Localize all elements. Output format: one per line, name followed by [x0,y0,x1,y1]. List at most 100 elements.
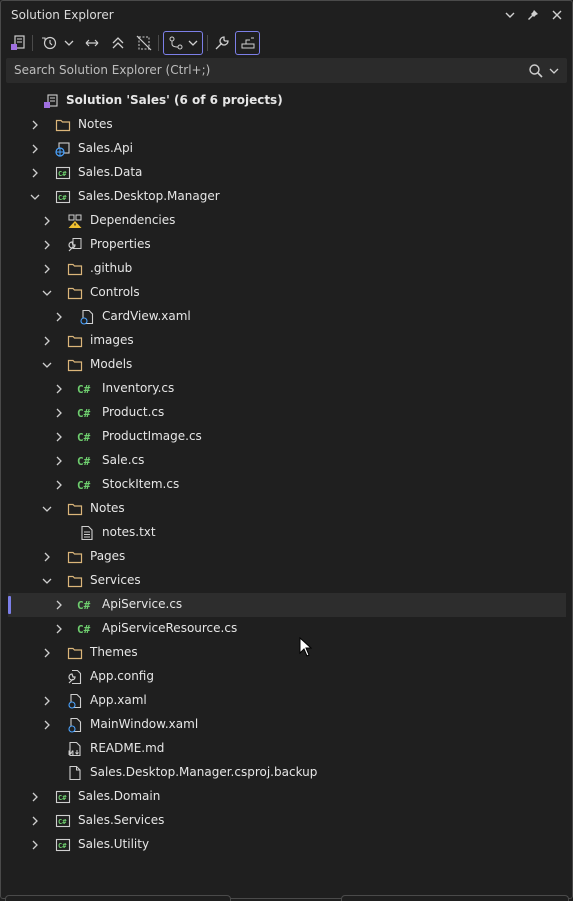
chevron-right-icon[interactable] [29,791,41,803]
tree-item-label: Pages [90,549,126,563]
preview-selected-items-icon[interactable] [235,31,260,55]
chevron-right-icon[interactable] [41,551,53,563]
chevron-right-icon[interactable] [53,407,65,419]
solution-icon [43,93,59,109]
chevron-right-icon[interactable] [29,167,41,179]
collapse-all-icon[interactable] [108,31,128,55]
window-title: Solution Explorer [11,8,114,22]
tree-row[interactable]: CardView.xaml [1,305,572,329]
svg-text:C#: C# [77,479,91,492]
tree-row[interactable]: Themes [1,641,572,665]
dependencies-warning-icon [67,213,83,229]
tree-row[interactable]: Dependencies [1,209,572,233]
pin-icon[interactable] [524,6,542,24]
tree-row[interactable]: Sales.Desktop.Manager.csproj.backup [1,761,572,785]
chevron-right-icon[interactable] [53,383,65,395]
tree-item-label: Solution 'Sales' (6 of 6 projects) [66,93,283,107]
close-icon[interactable] [548,6,566,24]
chevron-right-icon[interactable] [41,215,53,227]
pending-changes-dropdown-icon[interactable] [61,31,77,55]
tree-row[interactable]: C# Product.cs [1,401,572,425]
search-box[interactable]: Search Solution Explorer (Ctrl+;) [6,58,567,83]
chevron-right-icon[interactable] [53,311,65,323]
tree-row[interactable]: App.config [1,665,572,689]
tree-row[interactable]: Notes [1,497,572,521]
chevron-right-icon[interactable] [53,455,65,467]
tree-item-label: README.md [90,741,165,755]
tree-row[interactable]: .github [1,257,572,281]
tree-row[interactable]: C# StockItem.cs [1,473,572,497]
csharp-project-icon: C# [55,789,71,805]
search-options-chevron-down-icon[interactable] [548,63,564,79]
chevron-right-icon[interactable] [53,431,65,443]
tree-row[interactable]: notes.txt [1,521,572,545]
chevron-right-icon[interactable] [29,143,41,155]
folder-icon [67,549,83,565]
search-input[interactable]: Search Solution Explorer (Ctrl+;) [14,63,210,77]
chevron-right-icon[interactable] [53,599,65,611]
pending-changes-filter-icon[interactable] [39,31,59,55]
tree-row[interactable]: App.xaml [1,689,572,713]
properties-wrench-icon[interactable] [212,31,232,55]
tree-row[interactable]: C# ApiService.cs [8,593,566,617]
tree-row[interactable]: Services [1,569,572,593]
chevron-right-icon[interactable] [29,839,41,851]
chevron-down-icon[interactable] [41,287,53,299]
tree-row[interactable]: images [1,329,572,353]
tree-row[interactable]: Notes [1,113,572,137]
chevron-down-icon[interactable] [41,575,53,587]
tree-item-label: Controls [90,285,140,299]
tree-row[interactable]: C# Sales.Domain [1,785,572,809]
tree-row[interactable]: Solution 'Sales' (6 of 6 projects) [1,89,572,113]
tree-row[interactable]: C# Sales.Desktop.Manager [1,185,572,209]
chevron-right-icon[interactable] [29,815,41,827]
tree-row[interactable]: C# ApiServiceResource.cs [1,617,572,641]
chevron-right-icon[interactable] [41,239,53,251]
tree-item-label: Services [90,573,141,587]
tree-row[interactable]: Models [1,353,572,377]
folder-icon [67,261,83,277]
chevron-down-icon[interactable] [41,359,53,371]
csharp-project-icon: C# [55,165,71,181]
search-icon[interactable] [528,63,544,79]
git-view-button[interactable] [163,31,203,55]
chevron-down-icon[interactable] [41,503,53,515]
tree-row[interactable]: C# Sale.cs [1,449,572,473]
chevron-right-icon[interactable] [41,263,53,275]
tree-row[interactable]: Sales.Api [1,137,572,161]
chevron-right-icon[interactable] [41,335,53,347]
csharp-file-icon: C# [77,477,95,493]
folder-icon [67,357,83,373]
tree-row[interactable]: C# Inventory.cs [1,377,572,401]
tree-item-label: CardView.xaml [102,309,191,323]
tree-row[interactable]: Properties [1,233,572,257]
csharp-project-icon: C# [55,813,71,829]
chevron-right-icon[interactable] [53,623,65,635]
sync-with-active-document-icon[interactable] [82,31,102,55]
toolbar [1,29,572,57]
tree-row[interactable]: Controls [1,281,572,305]
tree-row[interactable]: C# Sales.Services [1,809,572,833]
tree-item-label: Notes [78,117,113,131]
chevron-right-icon[interactable] [41,695,53,707]
show-all-files-icon[interactable] [134,31,154,55]
tree-item-label: Sale.cs [102,453,145,467]
tree-row[interactable]: C# Sales.Utility [1,833,572,857]
chevron-down-icon[interactable] [29,191,41,203]
tree-row[interactable]: Pages [1,545,572,569]
tree-row[interactable]: C# ProductImage.cs [1,425,572,449]
chevron-right-icon[interactable] [41,647,53,659]
bottom-tab-right[interactable] [341,895,569,901]
tree-row[interactable]: M README.md [1,737,572,761]
switch-views-icon[interactable] [8,31,28,55]
svg-text:C#: C# [77,623,91,636]
chevron-right-icon[interactable] [41,719,53,731]
tree-row[interactable]: MainWindow.xaml [1,713,572,737]
chevron-right-icon[interactable] [53,479,65,491]
chevron-right-icon[interactable] [29,119,41,131]
bottom-tab-left[interactable] [5,895,231,901]
generic-file-icon [67,765,83,781]
tree-item-label: App.xaml [90,693,147,707]
tree-row[interactable]: C# Sales.Data [1,161,572,185]
window-position-dropdown-icon[interactable] [501,6,519,24]
